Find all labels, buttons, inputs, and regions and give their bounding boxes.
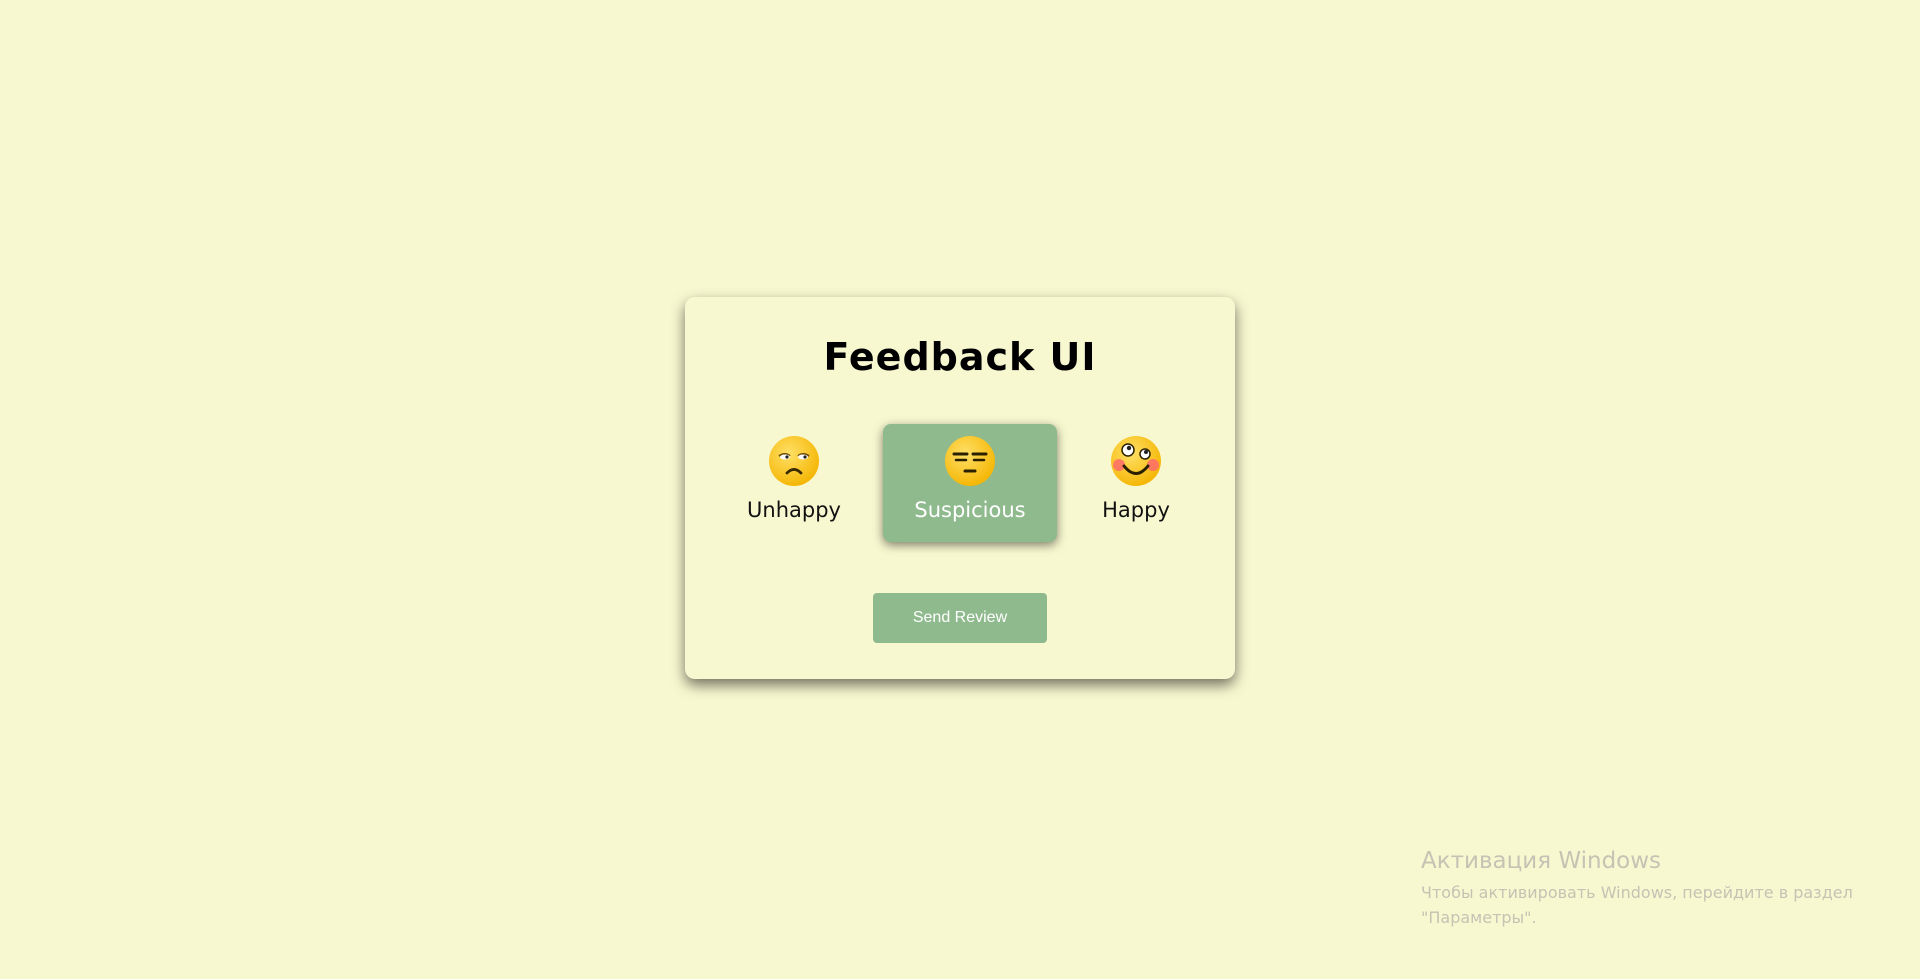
option-happy[interactable]: Happy: [1049, 424, 1223, 542]
card-title: Feedback UI: [823, 335, 1097, 379]
send-review-button[interactable]: Send Review: [873, 593, 1047, 643]
option-label: Unhappy: [747, 498, 841, 522]
option-label: Happy: [1102, 498, 1170, 522]
watermark-title: Активация Windows: [1421, 848, 1662, 874]
option-unhappy[interactable]: Unhappy: [707, 424, 881, 542]
expressionless-face-icon: [945, 436, 995, 486]
unhappy-face-icon: [769, 436, 819, 486]
option-suspicious[interactable]: Suspicious: [883, 424, 1057, 542]
windows-activation-watermark: Активация Windows Чтобы активировать Win…: [1421, 848, 1853, 930]
page: Feedback UI Unhappy Suspicious Happy Sen…: [0, 0, 1920, 979]
happy-face-icon: [1111, 436, 1161, 486]
option-label: Suspicious: [914, 498, 1026, 522]
watermark-line: "Параметры".: [1421, 908, 1537, 927]
watermark-line: Чтобы активировать Windows, перейдите в …: [1421, 883, 1853, 902]
feedback-options: Unhappy Suspicious Happy: [685, 424, 1235, 542]
feedback-card: Feedback UI Unhappy Suspicious Happy Sen…: [685, 297, 1235, 679]
